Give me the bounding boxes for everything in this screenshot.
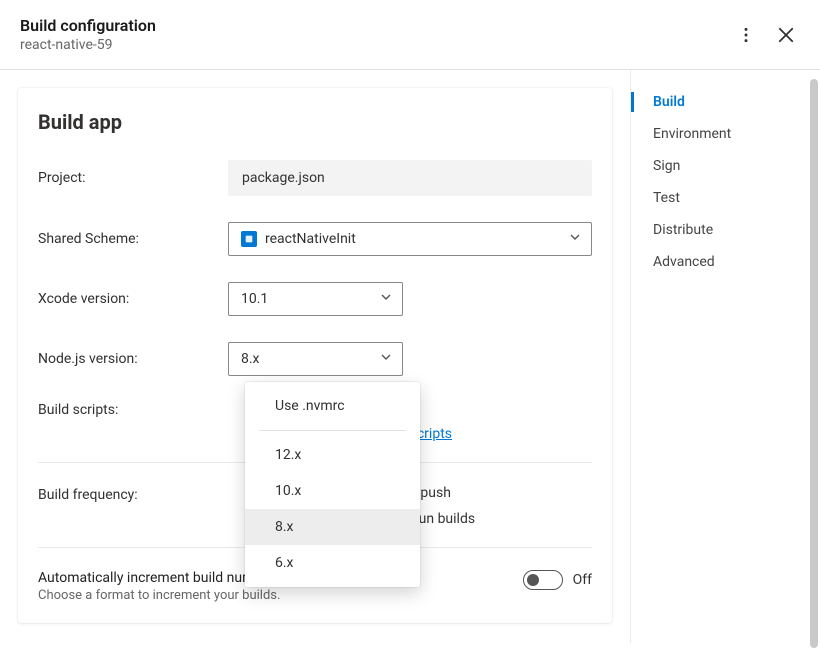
node-row: Node.js version: 8.x xyxy=(38,342,592,376)
main-panel: Build app Project: package.json Shared S… xyxy=(0,70,630,643)
auto-increment-subtitle: Choose a format to increment your builds… xyxy=(38,588,280,603)
scheme-value: reactNativeInit xyxy=(265,231,356,247)
sidebar: Build Environment Sign Test Distribute A… xyxy=(630,70,820,643)
node-option-nvmrc[interactable]: Use .nvmrc xyxy=(245,388,420,424)
xcode-select[interactable]: 10.1 xyxy=(228,282,403,316)
node-option-6[interactable]: 6.x xyxy=(245,545,420,581)
build-app-card: Build app Project: package.json Shared S… xyxy=(18,88,612,623)
node-version-dropdown: Use .nvmrc 12.x 10.x 8.x 6.x xyxy=(245,382,420,587)
card-title: Build app xyxy=(38,110,592,134)
scheme-select[interactable]: reactNativeInit xyxy=(228,222,592,256)
header-actions xyxy=(736,25,796,45)
body: Build app Project: package.json Shared S… xyxy=(0,70,820,643)
node-value: 8.x xyxy=(241,351,260,367)
scripts-label: Build scripts: xyxy=(38,402,228,418)
sidebar-item-build[interactable]: Build xyxy=(631,86,820,118)
scheme-row: Shared Scheme: reactNativeInit xyxy=(38,222,592,256)
project-row: Project: package.json xyxy=(38,160,592,196)
project-value: package.json xyxy=(228,160,592,196)
sidebar-item-sign[interactable]: Sign xyxy=(631,150,820,182)
close-icon xyxy=(777,26,795,44)
sidebar-item-test[interactable]: Test xyxy=(631,182,820,214)
xcode-row: Xcode version: 10.1 xyxy=(38,282,592,316)
xcode-value: 10.1 xyxy=(241,291,268,307)
frequency-label: Build frequency: xyxy=(38,485,228,503)
node-option-12[interactable]: 12.x xyxy=(245,437,420,473)
page-subtitle: react-native-59 xyxy=(20,37,156,53)
more-vertical-icon xyxy=(737,26,755,44)
xcode-label: Xcode version: xyxy=(38,291,228,307)
scheme-label: Shared Scheme: xyxy=(38,231,228,247)
chevron-down-icon xyxy=(380,351,392,367)
chevron-down-icon xyxy=(380,291,392,307)
node-select[interactable]: 8.x xyxy=(228,342,403,376)
chevron-down-icon xyxy=(569,231,581,247)
close-button[interactable] xyxy=(776,25,796,45)
page-title: Build configuration xyxy=(20,16,156,35)
more-button[interactable] xyxy=(736,25,756,45)
node-option-10[interactable]: 10.x xyxy=(245,473,420,509)
node-label: Node.js version: xyxy=(38,351,228,367)
sidebar-item-advanced[interactable]: Advanced xyxy=(631,246,820,278)
header: Build configuration react-native-59 xyxy=(0,0,820,70)
toggle-state-label: Off xyxy=(573,572,592,588)
auto-increment-toggle[interactable] xyxy=(523,570,563,590)
app-icon xyxy=(241,231,257,247)
node-option-8[interactable]: 8.x xyxy=(245,509,420,545)
scrollbar[interactable] xyxy=(810,79,818,648)
sidebar-item-distribute[interactable]: Distribute xyxy=(631,214,820,246)
dropdown-separator xyxy=(259,430,406,431)
project-label: Project: xyxy=(38,170,228,186)
header-left: Build configuration react-native-59 xyxy=(20,16,156,53)
sidebar-item-environment[interactable]: Environment xyxy=(631,118,820,150)
